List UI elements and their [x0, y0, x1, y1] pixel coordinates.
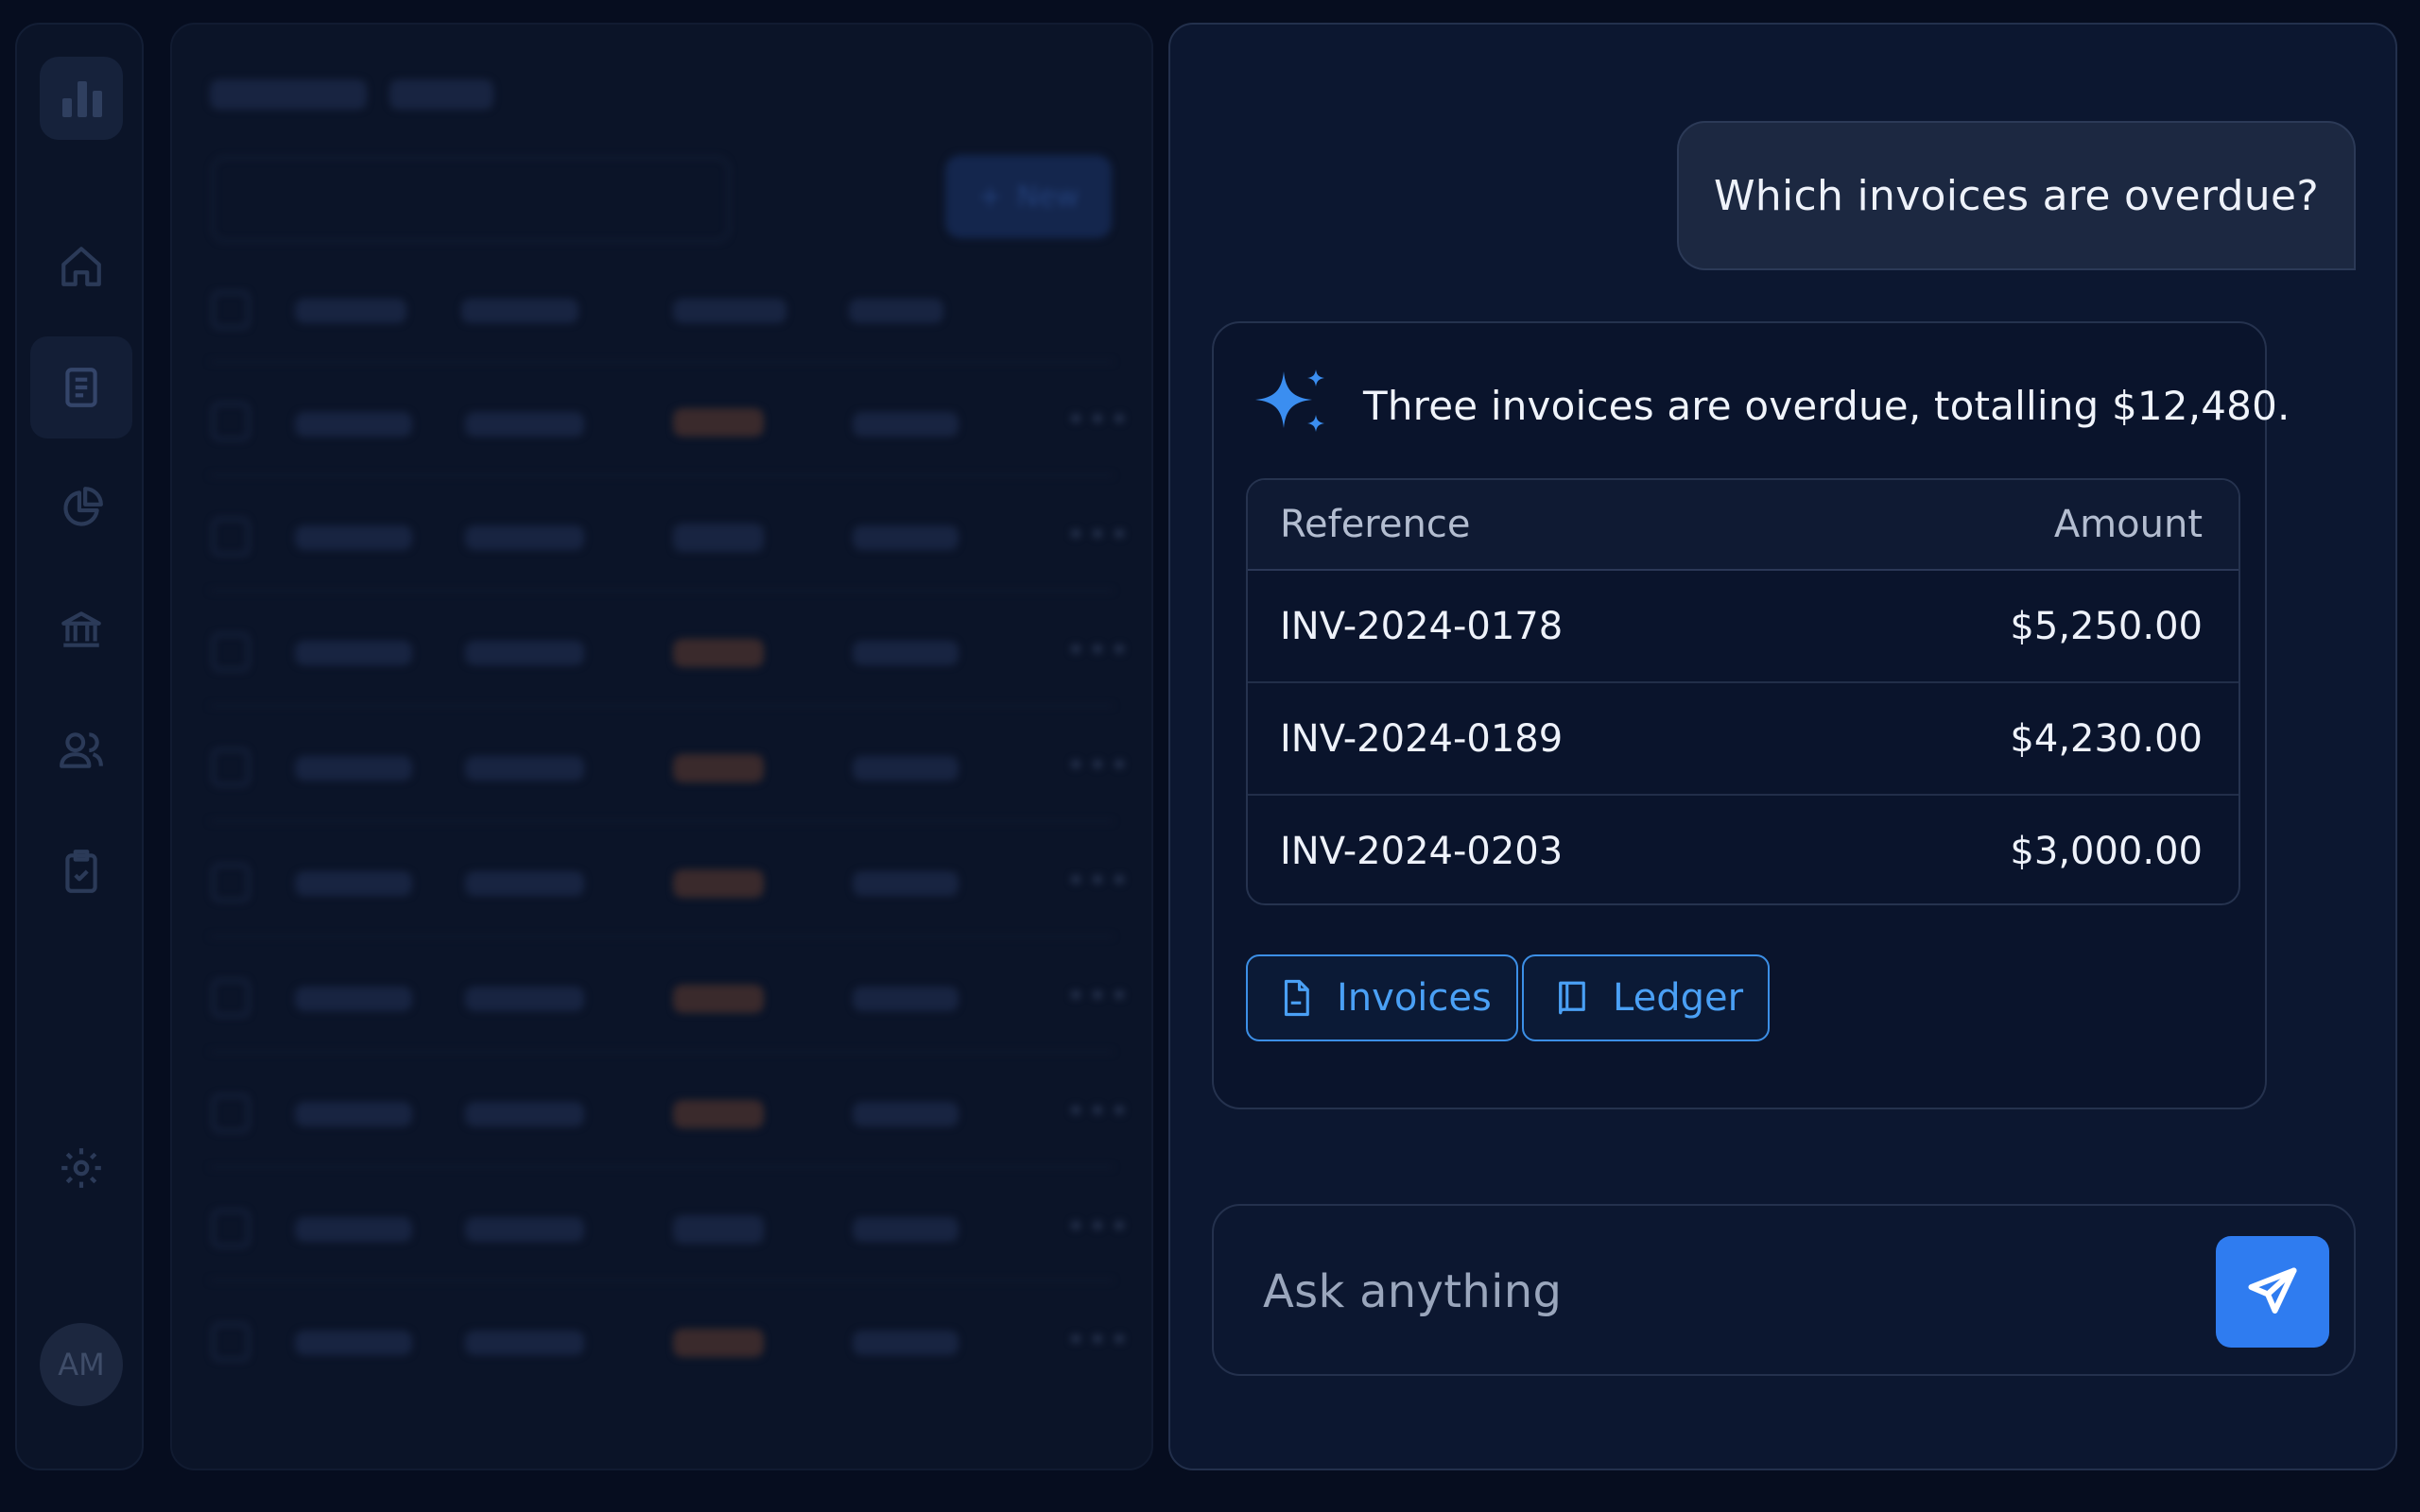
- breadcrumb-placeholder: [389, 79, 493, 110]
- sparkle-icon: [1255, 369, 1324, 432]
- avatar[interactable]: AM: [40, 1323, 123, 1406]
- send-button[interactable]: [2216, 1236, 2329, 1348]
- invoice-reference: INV-2024-0203: [1280, 829, 1564, 873]
- invoice-amount: $5,250.00: [2010, 604, 2203, 648]
- clipboard-check-icon: [65, 850, 97, 893]
- sidebar-item-banking[interactable]: [30, 578, 132, 680]
- user-message: Which invoices are overdue?: [1677, 121, 2356, 270]
- table-row[interactable]: INV-2024-0178 $5,250.00: [1248, 571, 2238, 681]
- column-header: [295, 299, 406, 323]
- column-header: [849, 299, 943, 323]
- select-all-checkbox[interactable]: [212, 291, 250, 329]
- invoice-reference: INV-2024-0189: [1280, 716, 1564, 761]
- new-button-label: New: [1016, 180, 1080, 214]
- assistant-response-card: Three invoices are overdue, totalling $1…: [1212, 321, 2290, 1109]
- invoice-amount: $4,230.00: [2010, 716, 2203, 761]
- table-row[interactable]: INV-2024-0203 $3,000.00: [1248, 796, 2238, 903]
- send-icon: [2248, 1267, 2297, 1314]
- table-header: Reference Amount: [1248, 480, 2238, 571]
- assistant-chat-panel: Which invoices are overdue? Three invoic…: [1168, 23, 2397, 1470]
- source-invoices-label: Invoices: [1337, 976, 1492, 1020]
- file-icon: [1284, 979, 1309, 1017]
- sidebar-item-tasks[interactable]: [30, 820, 132, 922]
- column-header: [461, 299, 579, 323]
- sidebar-item-settings[interactable]: [30, 1117, 132, 1219]
- search-input[interactable]: [212, 157, 730, 242]
- source-invoices-button[interactable]: Invoices: [1246, 954, 1518, 1041]
- column-header: [673, 299, 786, 323]
- home-icon: [61, 247, 101, 286]
- invoice-reference: INV-2024-0178: [1280, 604, 1564, 648]
- source-ledger-label: Ledger: [1613, 976, 1744, 1020]
- sidebar-item-reports[interactable]: [30, 457, 132, 559]
- sidebar-item-home[interactable]: [30, 215, 132, 318]
- column-header-amount: Amount: [2053, 503, 2203, 546]
- new-button[interactable]: + New: [945, 155, 1112, 238]
- assistant-summary: Three invoices are overdue, totalling $1…: [1363, 382, 2290, 429]
- sidebar-item-contacts[interactable]: [30, 699, 132, 801]
- assistant-response-header: Three invoices are overdue, totalling $1…: [1250, 363, 2290, 448]
- document-icon: [65, 368, 97, 407]
- chat-input[interactable]: Ask anything: [1263, 1206, 1562, 1378]
- book-icon: [1559, 981, 1585, 1015]
- sidebar-item-invoices[interactable]: [30, 336, 132, 438]
- chat-composer[interactable]: Ask anything: [1212, 1204, 2356, 1376]
- app-logo-icon[interactable]: [40, 57, 123, 140]
- pie-chart-icon: [63, 487, 103, 526]
- gear-icon: [61, 1148, 101, 1188]
- breadcrumb-placeholder: [210, 79, 367, 110]
- invoice-list-panel: + New ••• ••• ••• ••• ••• ••• ••• ••• ••…: [170, 23, 1153, 1470]
- table-row[interactable]: INV-2024-0189 $4,230.00: [1248, 683, 2238, 794]
- column-header-reference: Reference: [1280, 503, 1471, 546]
- bank-icon: [61, 611, 101, 647]
- sidebar: AM: [15, 23, 144, 1470]
- plus-icon: +: [977, 180, 1002, 214]
- source-ledger-button[interactable]: Ledger: [1522, 954, 1771, 1041]
- overdue-invoices-table: Reference Amount INV-2024-0178 $5,250.00…: [1246, 478, 2240, 905]
- users-icon: [60, 732, 103, 768]
- invoice-amount: $3,000.00: [2010, 829, 2203, 873]
